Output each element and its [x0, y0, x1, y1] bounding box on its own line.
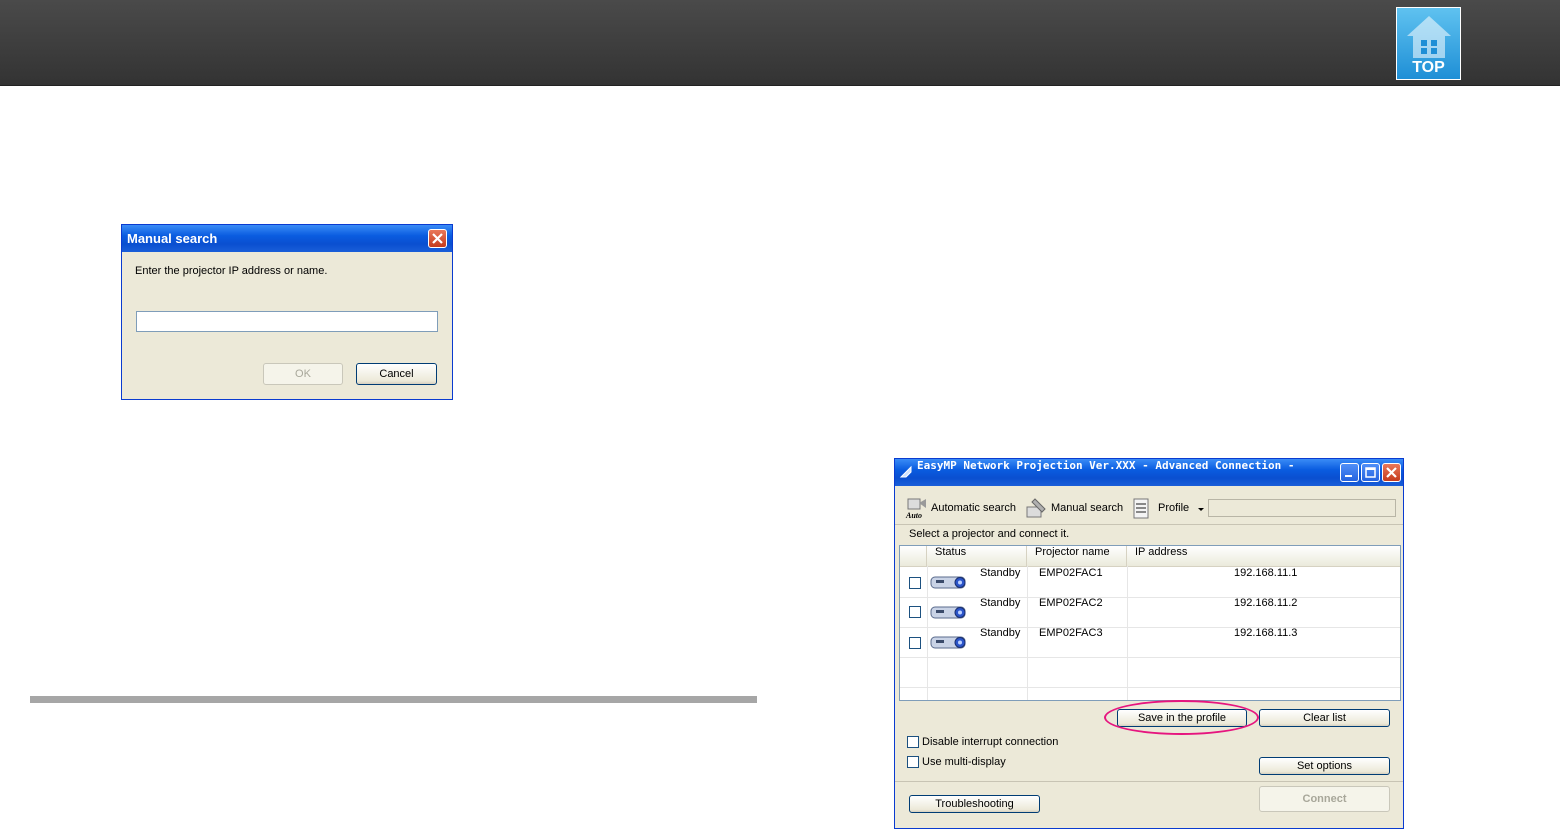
column-header-status[interactable]: Status [927, 546, 1027, 566]
highlight-ellipse [1104, 700, 1259, 735]
easymp-close-button[interactable] [1382, 463, 1401, 482]
row-status: Standby [980, 567, 1021, 579]
ok-button[interactable]: OK [263, 363, 343, 385]
toolbar-separator [895, 524, 1403, 525]
column-header-projector-name[interactable]: Projector name [1027, 546, 1127, 566]
column-header-check [900, 546, 927, 566]
profile-path-field [1208, 499, 1396, 517]
dialog-title-bar: Manual search [122, 225, 452, 252]
row-checkbox[interactable] [909, 606, 921, 618]
automatic-search-button[interactable]: Auto Automatic search [905, 497, 1017, 521]
app-icon [899, 465, 912, 478]
maximize-icon [1365, 467, 1376, 478]
projector-table: Status Projector name IP address Standby… [899, 545, 1401, 701]
house-icon [1407, 16, 1451, 58]
close-icon [432, 233, 443, 244]
row-ip-address: 192.168.11.2 [1234, 597, 1298, 609]
profile-button[interactable]: Profile [1131, 497, 1204, 521]
projector-icon [930, 606, 966, 619]
profile-icon [1133, 498, 1149, 519]
disable-interrupt-checkbox[interactable] [907, 736, 919, 748]
cancel-button[interactable]: Cancel [356, 363, 437, 385]
dialog-body: Enter the projector IP address or name. … [122, 252, 452, 399]
row-projector-name: EMP02FAC2 [1039, 597, 1103, 609]
row-checkbox[interactable] [909, 637, 921, 649]
dialog-title: Manual search [127, 231, 218, 246]
row-status: Standby [980, 597, 1021, 609]
table-header: Status Projector name IP address [900, 546, 1400, 567]
column-divider [927, 566, 928, 700]
manual-search-button[interactable]: Manual search [1025, 497, 1123, 521]
instruction-text: Select a projector and connect it. [909, 528, 1070, 540]
top-button[interactable]: TOP [1396, 7, 1461, 80]
column-divider [1127, 566, 1128, 700]
close-icon [1386, 467, 1397, 478]
chevron-down-icon [1198, 508, 1204, 511]
easymp-title-bar: EasyMP Network Projection Ver.XXX - Adva… [895, 459, 1403, 486]
table-row[interactable]: Standby EMP02FAC3 192.168.11.3 [900, 627, 1400, 658]
row-projector-name: EMP02FAC3 [1039, 627, 1103, 639]
row-status: Standby [980, 627, 1021, 639]
table-row [900, 657, 1400, 688]
minimize-icon [1345, 475, 1352, 477]
easymp-title: EasyMP Network Projection Ver.XXX - Adva… [917, 459, 1295, 472]
table-row[interactable]: Standby EMP02FAC2 192.168.11.2 [900, 597, 1400, 628]
column-header-ip-address[interactable]: IP address [1127, 546, 1400, 566]
set-options-button[interactable]: Set options [1259, 757, 1390, 775]
dialog-prompt: Enter the projector IP address or name. [135, 265, 328, 277]
disable-interrupt-label: Disable interrupt connection [922, 736, 1059, 748]
easymp-window: EasyMP Network Projection Ver.XXX - Adva… [894, 458, 1404, 829]
table-row[interactable]: Standby EMP02FAC1 192.168.11.1 [900, 567, 1400, 598]
section-divider [30, 696, 757, 703]
dialog-close-button[interactable] [428, 229, 447, 248]
row-ip-address: 192.168.11.1 [1234, 567, 1298, 579]
use-multi-display-label: Use multi-display [922, 756, 1006, 768]
automatic-search-label: Automatic search [931, 502, 1016, 514]
auto-label: Auto [906, 511, 923, 520]
maximize-button[interactable] [1361, 463, 1380, 482]
ip-address-input[interactable] [136, 311, 438, 332]
troubleshooting-button[interactable]: Troubleshooting [909, 795, 1040, 813]
profile-label: Profile [1158, 502, 1190, 514]
manual-search-label: Manual search [1051, 502, 1124, 514]
row-projector-name: EMP02FAC1 [1039, 567, 1103, 579]
projector-icon [930, 636, 966, 649]
header-bar: TOP [0, 0, 1560, 86]
row-ip-address: 192.168.11.3 [1234, 627, 1298, 639]
manual-search-icon [1026, 498, 1046, 518]
top-button-label: TOP [1412, 59, 1445, 76]
projector-icon [930, 576, 966, 589]
connect-button[interactable]: Connect [1259, 786, 1390, 812]
manual-search-dialog: Manual search Enter the projector IP add… [121, 224, 453, 400]
row-checkbox[interactable] [909, 577, 921, 589]
bottom-separator [895, 781, 1403, 782]
use-multi-display-checkbox[interactable] [907, 756, 919, 768]
column-divider [1027, 566, 1028, 700]
minimize-button[interactable] [1340, 463, 1359, 482]
clear-list-button[interactable]: Clear list [1259, 709, 1390, 727]
